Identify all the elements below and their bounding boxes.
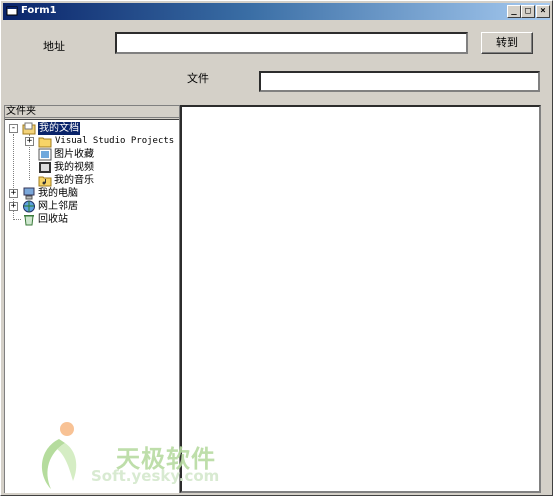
tree-node-my-computer[interactable]: + 我的电脑 [9,187,129,200]
network-icon [23,200,35,213]
address-label: 地址 [43,40,65,53]
address-input[interactable] [115,32,468,54]
watermark-url: Soft.yesky.com [91,467,220,485]
tree-node-label: 图片收藏 [54,149,94,160]
tree-node-label: 网上邻居 [38,201,78,212]
expand-icon[interactable]: + [9,202,18,211]
my-computer-icon [23,187,35,200]
tree-node-my-videos[interactable]: 我的视频 [38,161,158,174]
file-input[interactable] [259,71,540,92]
minimize-button[interactable]: _ [507,5,521,18]
file-label: 文件 [187,72,209,85]
close-button[interactable]: × [536,5,550,18]
music-folder-icon [38,176,52,187]
window-title: Form1 [21,5,57,16]
expand-icon[interactable]: + [9,189,18,198]
tree-node-recycle-bin[interactable]: 回收站 [22,213,132,226]
form-icon [6,6,18,16]
tree-node-label: 我的视频 [54,162,94,173]
tree-node-network[interactable]: + 网上邻居 [9,200,129,213]
tree-node-label: Visual Studio Projects [55,136,175,146]
tree-node-my-pictures[interactable]: 图片收藏 [38,148,158,161]
title-bar[interactable]: Form1 _ □ × [3,3,550,20]
tree-connector [13,219,21,220]
go-button[interactable]: 转到 [481,32,533,54]
video-folder-icon [39,162,51,173]
collapse-icon[interactable]: - [9,124,18,133]
expand-icon[interactable]: + [25,137,34,146]
my-documents-icon [22,122,36,135]
folder-panel-header: 文件夹 [5,106,179,118]
tree-node-label: 我的文档 [38,122,80,135]
pictures-folder-icon [38,148,52,161]
recycle-bin-icon [24,215,34,226]
form-window: Form1 _ □ × 地址 转到 文件 文件夹 - 我的文档 + Visual… [0,0,553,496]
tree-node-visual-studio-projects[interactable]: + Visual Studio Projects [25,135,175,148]
yesky-logo-icon [41,422,77,489]
tree-node-label: 我的电脑 [38,188,78,199]
maximize-button[interactable]: □ [521,5,535,18]
tree-node-label: 回收站 [38,214,68,225]
tree-node-label: 我的音乐 [54,175,94,186]
folder-icon [38,137,52,148]
tree-node-my-music[interactable]: 我的音乐 [38,174,158,187]
watermark: 天极软件 Soft.yesky.com [29,419,249,495]
tree-node-my-documents[interactable]: - 我的文档 [9,122,169,135]
